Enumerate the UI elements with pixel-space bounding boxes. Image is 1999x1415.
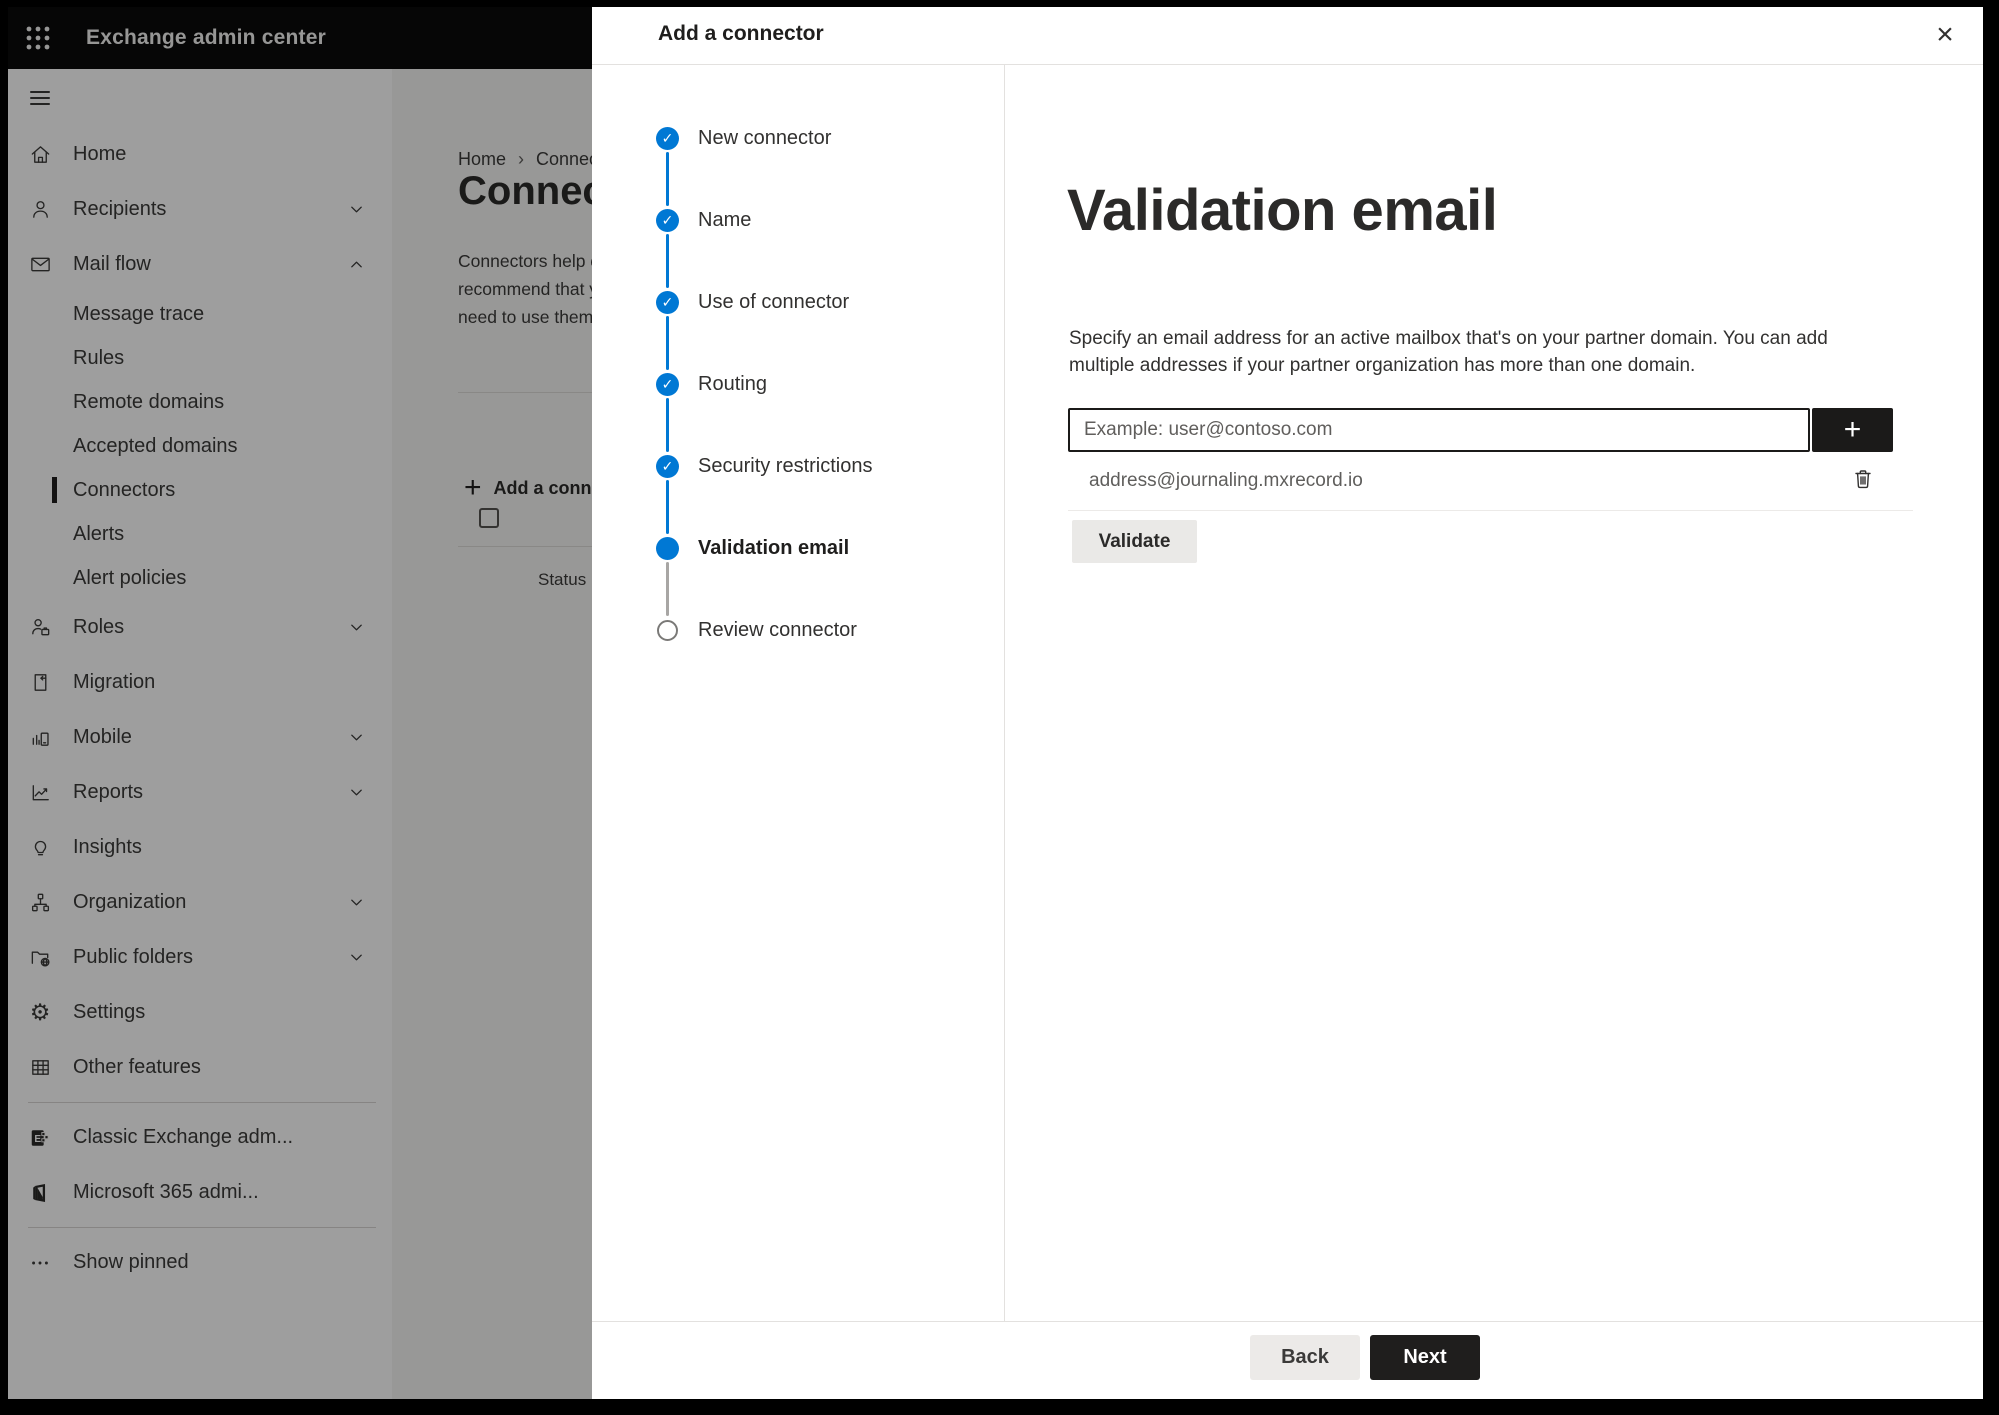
add-connector-panel: Add a connector × ✓ New connector ✓ Name… [592,7,1983,1399]
step-check-icon: ✓ [656,290,679,314]
step-label: Validation email [698,536,850,559]
step-connector-line [666,234,669,288]
step-label: New connector [698,126,832,149]
step-connector-line [666,398,669,452]
add-email-button[interactable]: + [1812,408,1893,452]
validate-button[interactable]: Validate [1072,520,1197,563]
step-heading: Validation email [1067,178,1498,243]
panel-title: Add a connector [658,22,824,45]
panel-header: Add a connector × [592,7,1983,65]
step-connector-line [666,152,669,206]
back-button[interactable]: Back [1250,1335,1360,1380]
footer-divider [592,1321,1983,1322]
close-icon[interactable]: × [1925,15,1965,55]
trash-icon [1851,467,1875,496]
step-connector-line [666,480,669,534]
plus-icon: + [1843,413,1862,446]
delete-address-button[interactable] [1848,466,1878,496]
step-check-icon: ✓ [656,126,679,150]
step-current-dot [656,536,679,560]
step-label: Use of connector [698,290,850,313]
step-connector-line [666,562,669,616]
step-check-icon: ✓ [656,208,679,232]
wizard-steps: ✓ New connector ✓ Name ✓ Use of connecto… [592,65,1005,1321]
added-email-address: address@journaling.mxrecord.io [1089,470,1363,491]
step-label: Security restrictions [698,454,873,477]
step-description-line: Specify an email address for an active m… [1069,328,1828,349]
step-empty-circle [657,619,678,641]
validation-email-input[interactable] [1068,408,1810,452]
divider [1068,510,1913,511]
step-description: Specify an email address for an active m… [1069,325,1828,379]
step-description-line: multiple addresses if your partner organ… [1069,355,1696,376]
app-viewport: Exchange admin center Home Recipients Ma… [8,7,1983,1399]
step-label: Review connector [698,618,857,641]
step-check-icon: ✓ [656,454,679,478]
step-label: Routing [698,372,767,395]
next-button[interactable]: Next [1370,1335,1480,1380]
step-connector-line [666,316,669,370]
step-check-icon: ✓ [656,372,679,396]
step-label: Name [698,208,752,231]
